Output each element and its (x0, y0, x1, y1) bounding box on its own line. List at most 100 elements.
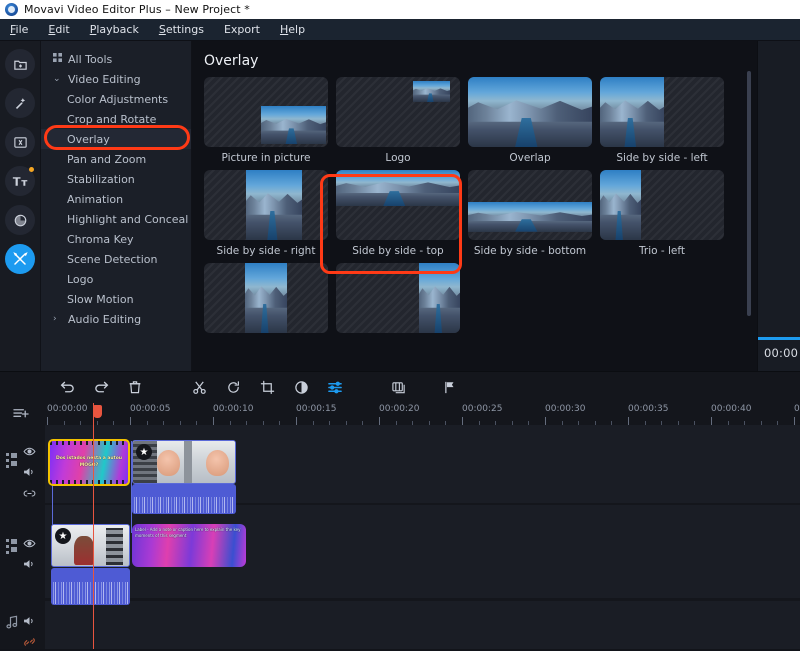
tool-item-label: Video Editing (68, 72, 141, 86)
tool-item-stabilization[interactable]: Stabilization (41, 169, 191, 189)
cut-scissors-icon[interactable] (182, 374, 216, 400)
preset-thumbnail (336, 170, 460, 240)
timeline-clip-video-main[interactable]: ★ (51, 524, 130, 567)
tool-item-all-tools[interactable]: All Tools (41, 49, 191, 69)
menu-playback[interactable]: Playback (90, 23, 139, 36)
preset-side-by-side-left[interactable]: Side by side - left (600, 77, 724, 164)
preset-trio-right[interactable] (336, 263, 460, 338)
timeline-clip-sticker[interactable]: Label - Add a note or caption here to ex… (132, 524, 246, 567)
menu-file[interactable]: FFileile (10, 23, 28, 36)
tool-item-label: Pan and Zoom (67, 152, 147, 166)
tool-item-logo[interactable]: Logo (41, 269, 191, 289)
preset-trio-center[interactable] (204, 263, 328, 338)
preset-picture-in-picture[interactable]: Picture in picture (204, 77, 328, 164)
ruler-label: 00:0 (794, 404, 800, 414)
middle-region: All Tools ⌄ Video Editing Color Adjustme… (0, 41, 800, 371)
color-adjust-icon[interactable] (284, 374, 318, 400)
timeline-ruler[interactable]: 00:00:00 00:00:05 00:00:10 00:00:15 00:0… (45, 403, 800, 425)
preset-label: Side by side - left (616, 152, 708, 164)
track-background-audio[interactable] (45, 601, 800, 649)
menu-edit[interactable]: Edit (48, 23, 69, 36)
tool-item-scene-detection[interactable]: Scene Detection (41, 249, 191, 269)
tool-item-pan-and-zoom[interactable]: Pan and Zoom (41, 149, 191, 169)
menu-settings[interactable]: Settings (159, 23, 204, 36)
timeline-clip-audio-main[interactable] (51, 568, 130, 605)
timeline-clip-title[interactable]: Dos istados nesta a autou MOGO? (48, 439, 130, 486)
speaker-icon[interactable] (23, 462, 36, 481)
titles-badge-dot (29, 167, 34, 172)
preview-progress-bar[interactable] (758, 337, 800, 340)
magic-wand-filters-icon[interactable] (5, 88, 35, 118)
tool-item-color-adjustments[interactable]: Color Adjustments (41, 89, 191, 109)
preset-side-by-side-bottom[interactable]: Side by side - bottom (468, 170, 592, 257)
undo-icon[interactable] (50, 374, 84, 400)
clip-title-text: Dos istados nesta a autou MOGO? (55, 455, 123, 468)
speaker-icon[interactable] (23, 611, 36, 630)
chevron-down-icon: ⌄ (53, 74, 61, 84)
eye-icon[interactable] (23, 441, 36, 460)
menu-help[interactable]: Help (280, 23, 305, 36)
preset-label: Logo (385, 152, 411, 164)
ruler-label: 00:00:00 (47, 404, 88, 414)
preset-side-by-side-top[interactable]: Side by side - top (336, 170, 460, 257)
titles-text-icon[interactable] (5, 166, 35, 196)
presets-scrollbar[interactable] (747, 71, 751, 316)
delete-trash-icon[interactable] (118, 374, 152, 400)
preset-thumbnail (204, 77, 328, 147)
tool-item-label: Stabilization (67, 172, 135, 186)
stickers-icon[interactable] (5, 205, 35, 235)
preset-logo[interactable]: Logo (336, 77, 460, 164)
tool-item-video-editing[interactable]: ⌄ Video Editing (41, 69, 191, 89)
left-tool-rail (0, 41, 41, 371)
tool-item-chroma-key[interactable]: Chroma Key (41, 229, 191, 249)
more-tools-icon[interactable] (5, 244, 35, 274)
add-track-icon[interactable] (12, 406, 30, 425)
tool-item-label: Logo (67, 272, 94, 286)
playhead-handle[interactable] (93, 405, 102, 418)
link-broken-icon[interactable] (23, 632, 36, 651)
marker-flag-icon[interactable] (432, 374, 466, 400)
ruler-label: 00:00:10 (213, 404, 254, 414)
ruler-label: 00:00:15 (296, 404, 337, 414)
tool-item-label: Scene Detection (67, 252, 158, 266)
tool-item-label: Color Adjustments (67, 92, 169, 106)
rotate-icon[interactable] (216, 374, 250, 400)
tool-item-crop-and-rotate[interactable]: Crop and Rotate (41, 109, 191, 129)
speaker-icon[interactable] (23, 554, 36, 573)
redo-icon[interactable] (84, 374, 118, 400)
tool-list-panel: All Tools ⌄ Video Editing Color Adjustme… (41, 41, 192, 371)
preset-side-by-side-right[interactable]: Side by side - right (204, 170, 328, 257)
menu-export[interactable]: Export (224, 23, 260, 36)
tool-item-highlight-and-conceal[interactable]: Highlight and Conceal (41, 209, 191, 229)
film-strip-icon (6, 453, 19, 472)
tool-item-animation[interactable]: Animation (41, 189, 191, 209)
eye-icon[interactable] (23, 533, 36, 552)
preset-grid: Picture in picture Logo Overlap Side by … (204, 77, 744, 338)
preset-trio-left[interactable]: Trio - left (600, 170, 724, 257)
properties-sliders-icon[interactable] (318, 374, 352, 400)
tool-item-label: Animation (67, 192, 124, 206)
clip-sticker-text: Label - Add a note or caption here to ex… (135, 527, 241, 539)
music-note-icon (6, 615, 19, 634)
crop-icon[interactable] (250, 374, 284, 400)
ruler-tick (545, 417, 546, 425)
ruler-tick (462, 417, 463, 425)
preset-overlap[interactable]: Overlap (468, 77, 592, 164)
tool-item-audio-editing[interactable]: › Audio Editing (41, 309, 191, 329)
clip-properties-icon[interactable] (382, 374, 416, 400)
timeline-clip-audio-overlay[interactable] (132, 484, 236, 514)
tool-item-overlay[interactable]: Overlay (41, 129, 191, 149)
tool-item-label: Chroma Key (67, 232, 134, 246)
link-icon[interactable] (23, 483, 36, 502)
ruler-label: 00:00:20 (379, 404, 420, 414)
timeline-clip-video-overlay[interactable]: ★ (132, 440, 236, 484)
import-media-icon[interactable] (5, 49, 35, 79)
transitions-icon[interactable] (5, 127, 35, 157)
preset-thumbnail (204, 170, 328, 240)
preset-label: Side by side - top (352, 245, 444, 257)
playhead[interactable] (93, 403, 94, 649)
ruler-label: 00:00:35 (628, 404, 669, 414)
ruler-tick (130, 417, 131, 425)
window-title: Movavi Video Editor Plus – New Project * (24, 3, 250, 16)
tool-item-slow-motion[interactable]: Slow Motion (41, 289, 191, 309)
